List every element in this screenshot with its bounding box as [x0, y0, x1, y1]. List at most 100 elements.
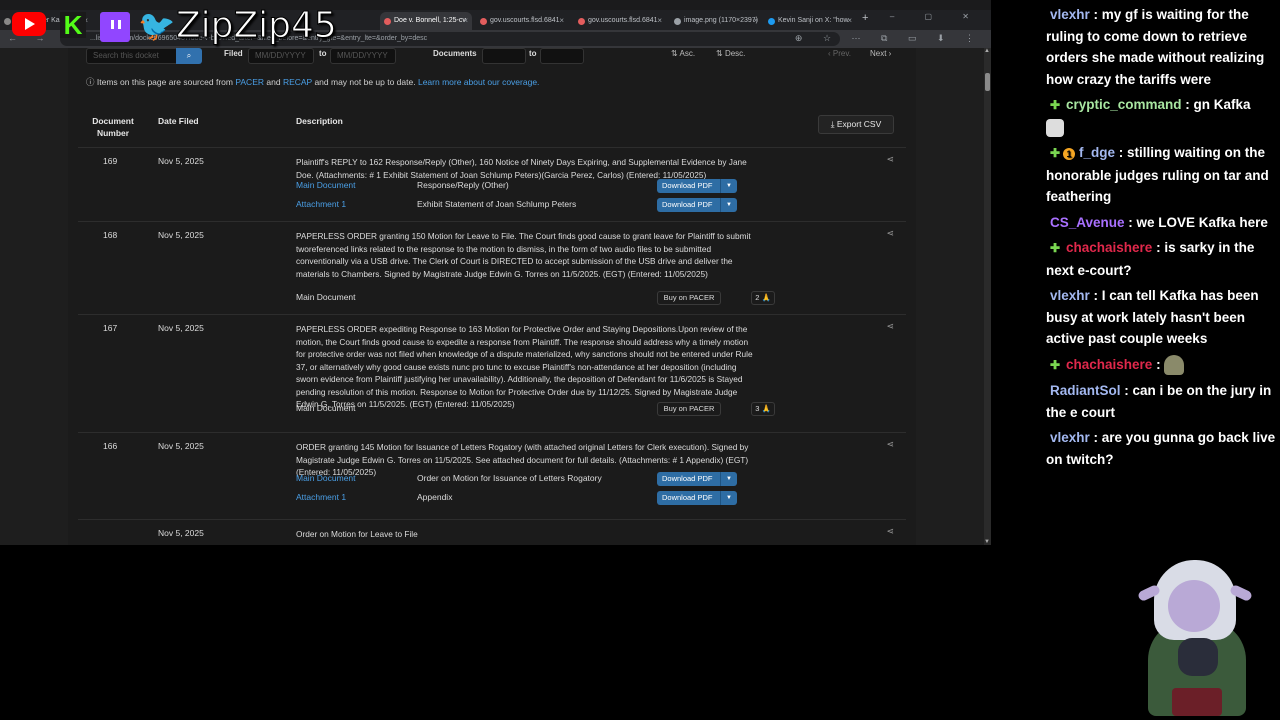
browser-tab[interactable]: Doe v. Bonnell, 1:25-cv ×: [380, 12, 472, 30]
chat-username[interactable]: RadiantSol: [1050, 383, 1121, 398]
table-row: 168 Nov 5, 2025 PAPERLESS ORDER granting 1…: [78, 221, 906, 314]
close-tab-icon[interactable]: ×: [463, 12, 468, 30]
avatar-cat: [1178, 638, 1218, 676]
tab-label: Kevin Sanji on X: "how: [778, 17, 849, 24]
chat-username[interactable]: vlexhr: [1050, 430, 1090, 445]
filed-to-input[interactable]: MM/DD/YYYY: [330, 48, 396, 64]
download-pdf-button[interactable]: Download PDF ▼: [657, 472, 737, 486]
chat-username[interactable]: vlexhr: [1050, 7, 1090, 22]
pacer-link[interactable]: PACER: [235, 77, 264, 87]
chevron-down-icon[interactable]: ▼: [720, 198, 737, 212]
download-pdf-button[interactable]: Download PDF ▼: [657, 198, 737, 212]
chevron-down-icon[interactable]: ▼: [720, 179, 737, 193]
chat-message: ✚ 1 f_dge : stilling waiting on the honora…: [1046, 142, 1276, 208]
close-tab-icon[interactable]: ×: [847, 12, 852, 30]
coverage-notice: ⓘ Items on this page are sourced from PA…: [86, 77, 540, 87]
sort-asc-button[interactable]: ⇅ Asc.: [671, 48, 695, 62]
chat-username[interactable]: vlexhr: [1050, 288, 1090, 303]
date-filed: Nov 5, 2025: [158, 323, 204, 333]
wizard-emote-icon: [1164, 354, 1185, 375]
entry-description: PAPERLESS ORDER granting 150 Motion for …: [296, 231, 751, 279]
docket-panel: Search this docket ⌕ Filed MM/DD/YYYY to…: [68, 48, 916, 545]
to-label: to: [319, 49, 327, 58]
document-name[interactable]: Main Document: [296, 473, 356, 483]
chat-username[interactable]: chachaishere: [1066, 357, 1152, 372]
chat-separator: :: [1115, 145, 1128, 160]
share-icon[interactable]: ⋖: [886, 321, 894, 332]
chat-message: ✚ chachaishere :: [1046, 354, 1276, 377]
browser-tab[interactable]: gov.uscourts.flsd.6841 ×: [476, 12, 568, 30]
chat-separator: :: [1181, 97, 1194, 112]
browser-tab[interactable]: gov.uscourts.flsd.6841 ×: [574, 12, 666, 30]
subscriber-badge-icon: ✚: [1050, 241, 1061, 255]
page-content: Search this docket ⌕ Filed MM/DD/YYYY to…: [0, 48, 984, 545]
entry-description: PAPERLESS ORDER expediting Response to 1…: [296, 324, 753, 409]
document-description: Appendix: [417, 492, 453, 502]
window-controls[interactable]: – ▢ ✕: [890, 12, 983, 21]
chat-message: ✚ chachaishere : is sarky in the next e-c…: [1046, 237, 1276, 281]
chat-username[interactable]: chachaishere: [1066, 240, 1152, 255]
chat-separator: :: [1089, 288, 1102, 303]
chevron-down-icon[interactable]: ▼: [720, 491, 737, 505]
new-tab-button[interactable]: +: [862, 12, 868, 24]
info-icon: ⓘ: [86, 77, 95, 87]
share-icon[interactable]: ⋖: [886, 154, 894, 165]
close-tab-icon[interactable]: ×: [657, 12, 662, 30]
recap-link[interactable]: RECAP: [283, 77, 312, 87]
docket-search-input[interactable]: Search this docket: [86, 48, 178, 64]
documents-to-input[interactable]: [540, 48, 584, 64]
chat-message: vlexhr : I can tell Kafka has been busy …: [1046, 285, 1276, 350]
date-filed: Nov 5, 2025: [158, 528, 204, 538]
twitter-bird-icon: 🐦: [138, 10, 176, 43]
close-tab-icon[interactable]: ×: [753, 12, 758, 30]
documents-from-input[interactable]: [482, 48, 526, 64]
close-tab-icon[interactable]: ×: [559, 12, 564, 30]
chevron-down-icon[interactable]: ▼: [720, 472, 737, 486]
scroll-up-arrow[interactable]: ▲: [984, 48, 990, 54]
filed-label: Filed: [224, 49, 243, 58]
doc-number: 168: [103, 230, 118, 240]
learn-more-link[interactable]: Learn more about our coverage.: [418, 77, 539, 87]
page-scrollbar[interactable]: ▲ ▼: [984, 48, 991, 545]
chat-message: CS_Avenue : we LOVE Kafka here: [1046, 212, 1276, 234]
prayer-count-button[interactable]: 3 🙏: [751, 402, 775, 416]
chat-username[interactable]: f_dge: [1079, 145, 1115, 160]
date-filed: Nov 5, 2025: [158, 156, 204, 166]
search-icon: ⌕: [186, 51, 192, 60]
share-icon[interactable]: ⋖: [886, 526, 894, 537]
chat-message: ✚ cryptic_command : gn Kafka: [1046, 94, 1276, 138]
export-csv-button[interactable]: ⤓ Export CSV: [818, 115, 894, 134]
browser-tab[interactable]: Kevin Sanji on X: "how ×: [764, 12, 856, 30]
chat-username[interactable]: cryptic_command: [1066, 97, 1182, 112]
col-date-filed: Date Filed: [158, 116, 199, 126]
download-icon: ⤓: [830, 119, 835, 129]
browser-toolbar-icons[interactable]: ⊕ ☆ ⋯ ⧉ ▭ ⬇ ⋮: [795, 33, 983, 44]
sort-desc-button[interactable]: ⇅ Desc.: [716, 48, 745, 62]
browser-tab[interactable]: image.png (1170×2397) ×: [670, 12, 762, 30]
tab-label: gov.uscourts.flsd.6841: [588, 17, 658, 24]
download-pdf-button[interactable]: Download PDF ▼: [657, 491, 737, 505]
table-row: 169 Nov 5, 2025 Plaintiff's REPLY to 162 R…: [78, 147, 906, 221]
scroll-down-arrow[interactable]: ▼: [984, 539, 990, 545]
document-name[interactable]: Attachment 1: [296, 492, 346, 502]
buy-on-pacer-button[interactable]: Buy on PACER: [657, 291, 721, 305]
download-pdf-button[interactable]: Download PDF ▼: [657, 179, 737, 193]
document-name[interactable]: Attachment 1: [296, 199, 346, 209]
prev-page-button[interactable]: ‹ Prev.: [828, 48, 851, 62]
document-line: Main Document Buy on PACER 3 🙏: [296, 402, 856, 418]
filed-from-input[interactable]: MM/DD/YYYY: [248, 48, 314, 64]
scroll-thumb[interactable]: [985, 73, 990, 91]
twitch-icon: [100, 12, 130, 42]
document-line: Main Document Response/Reply (Other) Downl…: [296, 179, 856, 195]
prayer-count-button[interactable]: 2 🙏: [751, 291, 775, 305]
tab-favicon: [384, 18, 391, 25]
next-page-button[interactable]: Next ›: [870, 48, 891, 62]
chat-username[interactable]: CS_Avenue: [1050, 215, 1125, 230]
document-line: Main Document Buy on PACER 2 🙏: [296, 291, 856, 307]
buy-on-pacer-button[interactable]: Buy on PACER: [657, 402, 721, 416]
document-name[interactable]: Main Document: [296, 180, 356, 190]
share-icon[interactable]: ⋖: [886, 228, 894, 239]
browser-window: ...'s Lawyer Kar×Doe v. Bonnell, 1:25-cv…: [0, 0, 991, 545]
search-button[interactable]: ⌕: [176, 48, 202, 64]
share-icon[interactable]: ⋖: [886, 439, 894, 450]
